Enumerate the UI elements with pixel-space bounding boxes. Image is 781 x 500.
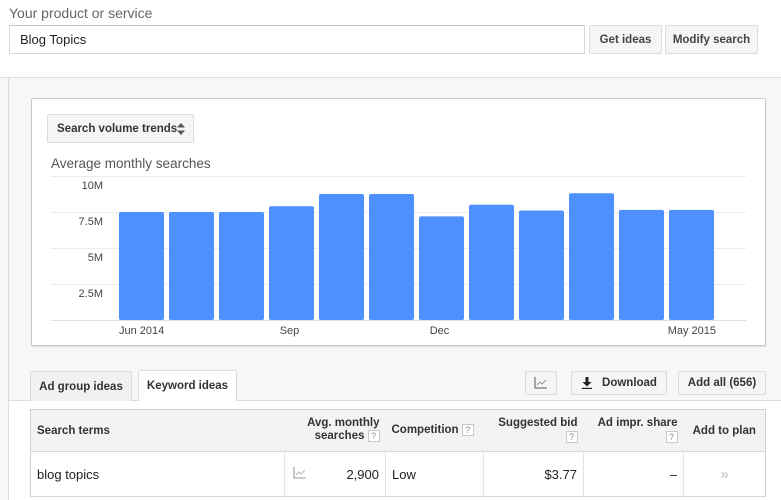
table-header-row: Search terms Avg. monthly searches? Comp… (30, 409, 766, 452)
help-icon[interactable]: ? (565, 430, 578, 443)
search-panel: Your product or service Get ideas Modify… (0, 0, 781, 77)
product-input[interactable] (9, 25, 585, 54)
cell-suggested-bid: $3.77 (483, 451, 584, 497)
download-label: Download (602, 377, 657, 389)
tab-ad-group-ideas[interactable]: Ad group ideas (30, 371, 132, 401)
add-to-plan-icon[interactable]: » (683, 451, 766, 497)
line-chart-icon[interactable] (293, 466, 307, 479)
table-row: blog topics 2,900 Low $3.77 – » (30, 451, 766, 497)
keyword-table: Search terms Avg. monthly searches? Comp… (30, 409, 766, 497)
header-search-terms[interactable]: Search terms (30, 409, 285, 452)
download-button[interactable]: Download (571, 371, 667, 395)
chart-type-select[interactable]: Search volume trends (47, 114, 194, 143)
header-ad-impr-share[interactable]: Ad impr. share ? (583, 409, 684, 452)
header-avg-monthly-searches[interactable]: Avg. monthly searches? (284, 409, 386, 452)
add-all-button[interactable]: Add all (656) (678, 371, 766, 395)
modify-search-button[interactable]: Modify search (665, 25, 758, 54)
tab-keyword-ideas[interactable]: Keyword ideas (138, 370, 237, 401)
help-icon[interactable]: ? (367, 430, 380, 443)
header-competition[interactable]: Competition? (385, 409, 484, 452)
sort-arrows-icon (177, 123, 185, 135)
product-label: Your product or service (9, 5, 153, 21)
chart-toggle-button[interactable] (525, 371, 557, 395)
cell-trend[interactable] (284, 451, 315, 497)
cell-ad-impr-share: – (583, 451, 684, 497)
get-ideas-button[interactable]: Get ideas (589, 25, 662, 54)
help-icon[interactable]: ? (665, 430, 678, 443)
cell-avg-monthly: 2,900 (314, 451, 386, 497)
header-add-to-plan: Add to plan (683, 409, 766, 452)
cell-search-term: blog topics (30, 451, 285, 497)
line-chart-icon (534, 377, 547, 389)
cell-competition: Low (385, 451, 484, 497)
chart-type-label: Search volume trends (57, 122, 178, 135)
download-icon (582, 377, 593, 389)
chart-title: Average monthly searches (51, 156, 211, 171)
header-suggested-bid[interactable]: Suggested bid ? (483, 409, 584, 452)
help-icon[interactable]: ? (461, 424, 474, 437)
